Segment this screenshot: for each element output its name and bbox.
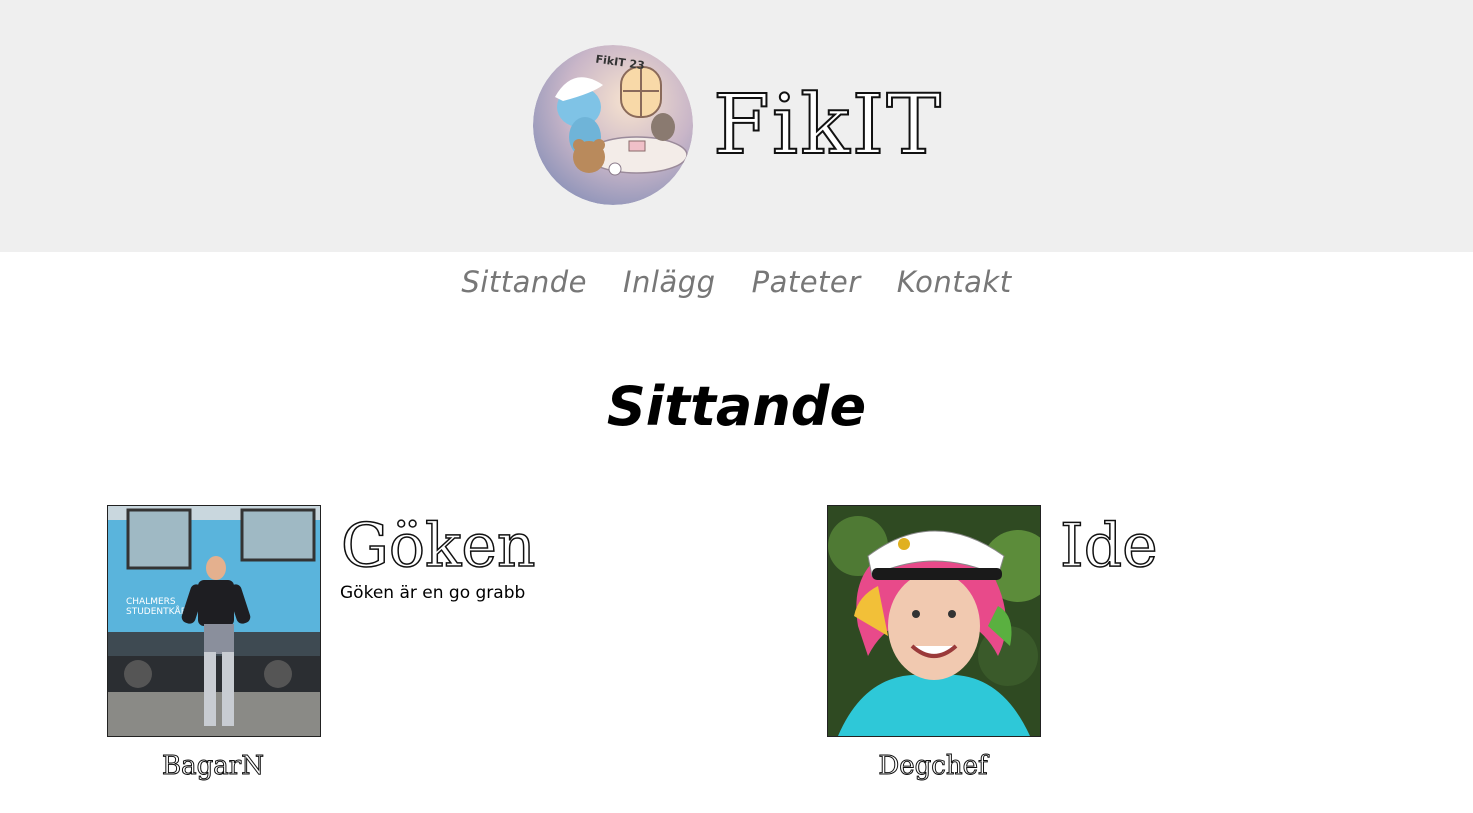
member-name-ide: Ide	[1059, 510, 1158, 582]
train-badge: CHALMERS	[126, 597, 176, 607]
site-header: FikIT 23 FikIT	[0, 0, 1473, 252]
main-navigation: Sittande Inlägg Pateter Kontakt	[0, 262, 1473, 306]
nav-link-sittande[interactable]: Sittande	[461, 262, 587, 306]
member-role-goken: BagarN	[162, 751, 265, 782]
member-description-goken: Göken är en go grabb	[340, 583, 526, 603]
member-name-goken: Göken	[340, 510, 536, 582]
logo-illustration: FikIT 23	[533, 45, 693, 205]
member-photo-goken: CHALMERS STUDENTKÅR	[107, 505, 321, 737]
nav-link-pateter[interactable]: Pateter	[752, 262, 861, 306]
member-photo-ide	[827, 505, 1041, 737]
svg-text:STUDENTKÅR: STUDENTKÅR	[126, 605, 187, 617]
page-title: Sittande	[606, 375, 867, 438]
nav-link-inlagg[interactable]: Inlägg	[623, 262, 716, 306]
nav-link-kontakt[interactable]: Kontakt	[897, 262, 1012, 306]
site-title[interactable]: FikIT	[712, 77, 943, 174]
member-role-ide: Degchef	[878, 751, 988, 782]
site-logo[interactable]: FikIT 23	[533, 45, 693, 205]
